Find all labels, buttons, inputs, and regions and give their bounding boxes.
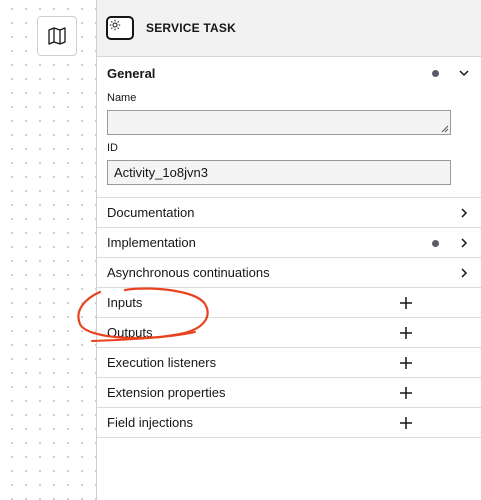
panel-header: SERVICE TASK bbox=[97, 0, 481, 57]
map-icon bbox=[48, 27, 66, 45]
chevron-down-icon[interactable] bbox=[458, 67, 470, 79]
data-indicator-dot bbox=[432, 70, 439, 77]
chevron-right-icon[interactable] bbox=[458, 237, 470, 249]
panel-title: SERVICE TASK bbox=[146, 21, 236, 35]
name-label: Name bbox=[107, 92, 137, 104]
group-documentation: Documentation bbox=[97, 198, 481, 228]
properties-panel: SERVICE TASK General Name ID Activity_1o… bbox=[96, 0, 481, 500]
minimap-toggle-button[interactable] bbox=[37, 16, 77, 56]
group-label: Documentation bbox=[107, 205, 195, 220]
group-label: Inputs bbox=[107, 295, 143, 310]
group-label: Field injections bbox=[107, 415, 193, 430]
group-field-injections: Field injections bbox=[97, 408, 481, 438]
chevron-right-icon[interactable] bbox=[458, 267, 470, 279]
group-extension-properties: Extension properties bbox=[97, 378, 481, 408]
name-input[interactable] bbox=[107, 110, 451, 135]
group-header[interactable]: Implementation bbox=[97, 228, 481, 257]
group-outputs: Outputs bbox=[97, 318, 481, 348]
name-field: Name bbox=[97, 92, 481, 135]
plus-icon[interactable] bbox=[399, 356, 413, 370]
group-execution-listeners: Execution listeners bbox=[97, 348, 481, 378]
plus-icon[interactable] bbox=[399, 296, 413, 310]
group-header[interactable]: Documentation bbox=[97, 198, 481, 227]
group-header[interactable]: Outputs bbox=[97, 318, 481, 347]
group-asynchronous-continuations: Asynchronous continuations bbox=[97, 258, 481, 288]
group-label: Outputs bbox=[107, 325, 153, 340]
plus-icon[interactable] bbox=[399, 326, 413, 340]
group-label: Execution listeners bbox=[107, 355, 217, 370]
group-general: General Name ID Activity_1o8jvn3 bbox=[97, 57, 481, 198]
group-general-label: General bbox=[107, 65, 156, 81]
group-header[interactable]: Execution listeners bbox=[97, 348, 481, 377]
group-header[interactable]: Inputs bbox=[97, 288, 481, 317]
plus-icon[interactable] bbox=[399, 386, 413, 400]
service-task-icon bbox=[106, 16, 134, 40]
group-label: Extension properties bbox=[107, 385, 226, 400]
group-general-header[interactable]: General bbox=[97, 57, 481, 89]
chevron-right-icon[interactable] bbox=[458, 207, 470, 219]
group-label: Implementation bbox=[107, 235, 196, 250]
data-indicator-dot bbox=[432, 239, 439, 247]
group-label: Asynchronous continuations bbox=[107, 265, 270, 280]
plus-icon[interactable] bbox=[399, 416, 413, 430]
group-header[interactable]: Asynchronous continuations bbox=[97, 258, 481, 287]
group-implementation: Implementation bbox=[97, 228, 481, 258]
group-inputs: Inputs bbox=[97, 288, 481, 318]
diagram-canvas[interactable] bbox=[0, 0, 96, 500]
id-input[interactable]: Activity_1o8jvn3 bbox=[107, 160, 451, 185]
id-field: ID Activity_1o8jvn3 bbox=[97, 142, 481, 185]
group-header[interactable]: Extension properties bbox=[97, 378, 481, 407]
resize-handle-icon[interactable] bbox=[441, 125, 449, 133]
group-header[interactable]: Field injections bbox=[97, 408, 481, 437]
id-label: ID bbox=[107, 142, 118, 154]
gear-icon bbox=[109, 19, 121, 31]
